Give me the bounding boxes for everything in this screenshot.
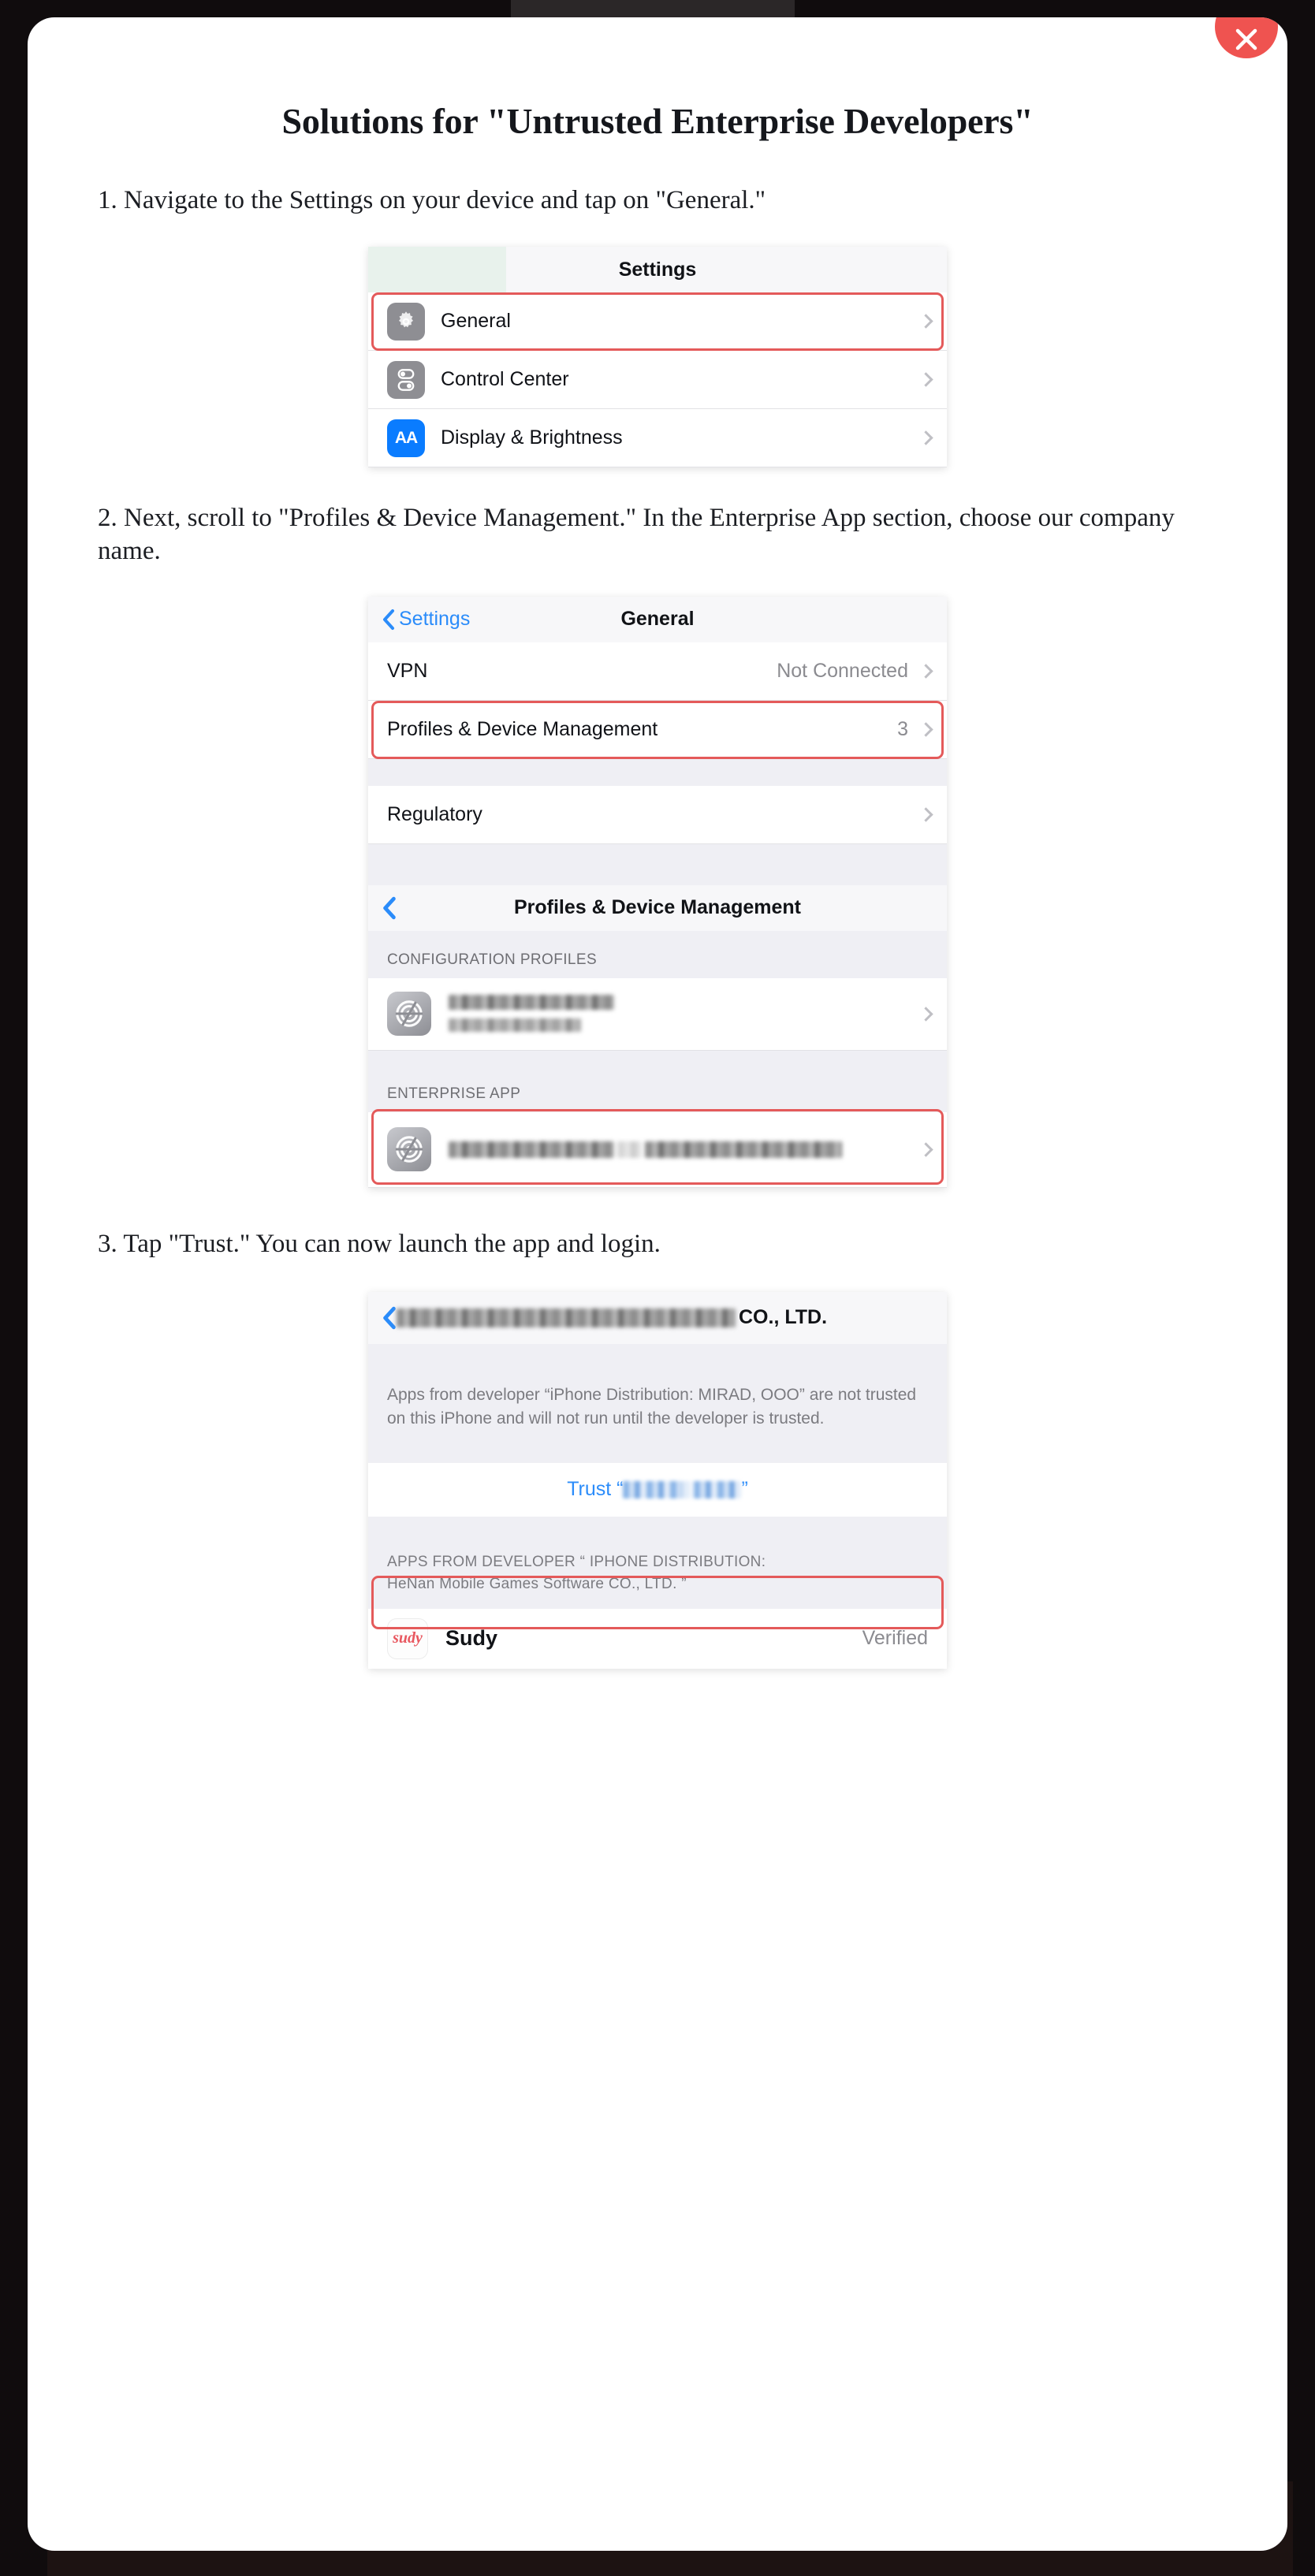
- step-1-text: 1. Navigate to the Settings on your devi…: [98, 186, 766, 214]
- chevron-right-icon: [918, 430, 933, 445]
- instructions-modal: Solutions for "Untrusted Enterprise Deve…: [28, 17, 1287, 2551]
- redacted-profile-name: [449, 995, 614, 1011]
- profile-settings-icon: [387, 1127, 431, 1172]
- app-name: Sudy: [445, 1626, 498, 1651]
- enterprise-app-row[interactable]: [368, 1111, 947, 1188]
- control-center-icon: [387, 360, 425, 399]
- general-row-label: Regulatory: [387, 802, 482, 825]
- settings-row-control-center[interactable]: Control Center: [368, 351, 947, 410]
- section-header-enterprise-app: ENTERPRISE APP: [368, 1050, 947, 1112]
- step-2-text: 2. Next, scroll to "Profiles & Device Ma…: [98, 504, 1175, 566]
- page-title: Solutions for "Untrusted Enterprise Deve…: [281, 101, 1034, 141]
- back-button-label: Settings: [399, 608, 471, 631]
- section-gap: [368, 843, 947, 885]
- profiles-navbar: Profiles & Device Management: [368, 884, 947, 931]
- general-row-count: 3: [897, 717, 908, 740]
- trust-footer-line1: APPS FROM DEVELOPER “ IPHONE DISTRIBUTIO…: [387, 1553, 766, 1570]
- trust-button[interactable]: Trust “ ”: [368, 1462, 947, 1517]
- chevron-left-icon: [383, 1306, 396, 1330]
- chevron-right-icon: [918, 807, 933, 822]
- chevron-right-icon: [918, 722, 933, 737]
- settings-row-label: Display & Brightness: [441, 426, 623, 449]
- company-suffix: CO., LTD.: [739, 1306, 828, 1329]
- screenshot-trust: CO., LTD. Apps from developer “iPhone Di…: [368, 1291, 947, 1669]
- screenshot-general: Settings General VPN Not Connected Profi…: [368, 596, 947, 1188]
- general-row-label: Profiles & Device Management: [387, 717, 658, 740]
- app-row-sudy[interactable]: sudy Sudy Verified: [368, 1608, 947, 1669]
- chevron-left-icon: [383, 896, 396, 919]
- screenshot-settings: Settings General Control Center AA Displ…: [368, 247, 947, 468]
- redacted-enterprise-app-name-2: [644, 1141, 842, 1158]
- redacted-spacer: [683, 1480, 695, 1498]
- redacted-company-name: [397, 1308, 736, 1327]
- step-3-text: 3. Tap "Trust." You can now launch the a…: [98, 1229, 661, 1258]
- general-row-regulatory[interactable]: Regulatory: [368, 785, 947, 844]
- settings-row-general[interactable]: General: [368, 292, 947, 352]
- trust-description: Apps from developer “iPhone Distribution…: [368, 1343, 947, 1463]
- back-button-general[interactable]: [368, 896, 397, 920]
- back-button-profiles[interactable]: [368, 1306, 397, 1330]
- general-row-value: Not Connected: [777, 659, 908, 682]
- settings-navbar: Settings: [368, 247, 947, 293]
- chevron-right-icon: [918, 664, 933, 679]
- profiles-nav-title: Profiles & Device Management: [513, 896, 801, 919]
- app-verified-status: Verified: [862, 1627, 928, 1650]
- general-row-label: VPN: [387, 659, 428, 682]
- back-button-settings[interactable]: Settings: [368, 608, 470, 631]
- redacted-spacer: [617, 1141, 642, 1158]
- trust-footer-line2: HeNan Mobile Games Software CO., LTD. ”: [387, 1576, 687, 1593]
- trust-button-suffix: ”: [741, 1478, 748, 1501]
- redacted-enterprise-app-name-1: [449, 1141, 614, 1158]
- profile-settings-icon: [387, 992, 431, 1037]
- general-row-profiles-device-management[interactable]: Profiles & Device Management 3: [368, 700, 947, 759]
- sudy-logo-icon: sudy: [387, 1617, 428, 1659]
- settings-row-label: General: [441, 310, 511, 333]
- modal-content: Solutions for "Untrusted Enterprise Deve…: [28, 17, 1287, 1669]
- settings-row-display-brightness[interactable]: AA Display & Brightness: [368, 409, 947, 468]
- trust-nav-title: CO., LTD.: [397, 1306, 827, 1329]
- settings-row-label: Control Center: [441, 368, 569, 391]
- trust-footer: APPS FROM DEVELOPER “ IPHONE DISTRIBUTIO…: [368, 1516, 947, 1609]
- section-header-configuration-profiles: CONFIGURATION PROFILES: [368, 930, 947, 978]
- chevron-right-icon: [918, 372, 933, 387]
- section-gap: [368, 758, 947, 786]
- general-row-vpn[interactable]: VPN Not Connected: [368, 642, 947, 701]
- trust-button-prefix: Trust “: [567, 1478, 624, 1501]
- trust-navbar: CO., LTD.: [368, 1291, 947, 1344]
- redacted-trust-app-name-2: [694, 1480, 742, 1498]
- settings-nav-title: Settings: [618, 258, 697, 281]
- chevron-right-icon: [918, 314, 933, 329]
- chevron-left-icon: [383, 609, 394, 630]
- gear-icon: [387, 302, 425, 341]
- redacted-trust-app-name-1: [623, 1480, 684, 1498]
- chevron-right-icon: [918, 1142, 933, 1157]
- display-brightness-icon: AA: [387, 419, 425, 457]
- chevron-right-icon: [918, 1007, 933, 1022]
- redacted-profile-subtitle: [449, 1018, 581, 1033]
- close-icon: [1235, 28, 1257, 50]
- general-navbar: Settings General: [368, 596, 947, 642]
- configuration-profile-row[interactable]: [368, 977, 947, 1051]
